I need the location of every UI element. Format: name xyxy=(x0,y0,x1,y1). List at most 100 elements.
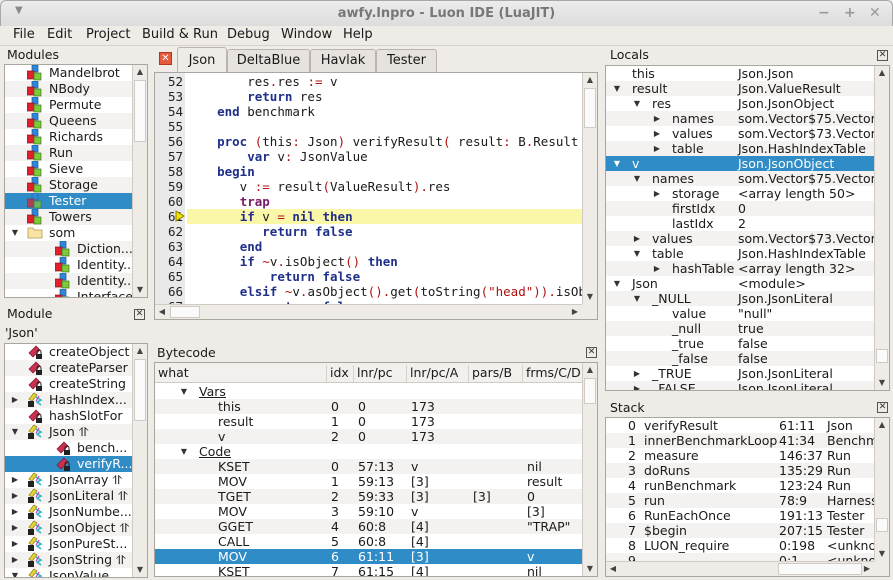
expand-arrow-icon[interactable]: ▼ xyxy=(632,291,642,306)
tab-tester[interactable]: Tester xyxy=(376,49,437,72)
list-item[interactable]: ▶ JsonNumbe... xyxy=(5,504,147,520)
scroll-down-icon[interactable]: ▼ xyxy=(875,547,889,561)
col-lnr-pc[interactable]: lnr/pc xyxy=(354,365,407,382)
list-item[interactable]: Towers xyxy=(5,208,147,225)
table-row[interactable]: CALL 5 60:8 [4] xyxy=(155,534,597,549)
list-item[interactable]: ▶ JsonArray ⥣ xyxy=(5,472,147,488)
collapse-arrow-icon[interactable]: ▶ xyxy=(652,186,662,201)
tree-row[interactable]: lastIdx 2 xyxy=(606,216,889,231)
tree-row[interactable]: ▶ _TRUE Json.JsonLiteral xyxy=(606,366,889,381)
menu-edit[interactable]: Edit xyxy=(47,27,72,42)
table-row[interactable]: v 2 0 173 xyxy=(155,429,597,444)
list-item[interactable]: Run xyxy=(5,144,147,161)
col-pars-b[interactable]: pars/B xyxy=(469,365,523,382)
list-item[interactable]: Interfaces xyxy=(5,288,147,297)
menu-window[interactable]: Window xyxy=(281,27,332,42)
scroll-thumb[interactable] xyxy=(584,88,596,128)
list-item[interactable]: ▼ Json ⥣ xyxy=(5,424,147,440)
code-line[interactable]: end xyxy=(187,239,582,254)
table-row[interactable]: MOV 3 59:10 v [3] xyxy=(155,504,597,519)
list-item[interactable]: verifyR... xyxy=(5,456,147,472)
minimize-icon[interactable]: − xyxy=(818,5,830,21)
list-item[interactable]: Identity... xyxy=(5,256,147,273)
list-item[interactable]: Permute xyxy=(5,96,147,113)
stack-frame[interactable]: 4 runBenchmark 123:24 Run xyxy=(606,478,889,493)
stack-frame[interactable]: 6 RunEachOnce 191:13 Tester xyxy=(606,508,889,523)
code-line[interactable]: v := result(ValueResult).res xyxy=(187,179,582,194)
code-line[interactable]: proc (this: Json) verifyResult( result: … xyxy=(187,134,597,149)
tree-row[interactable]: _null true xyxy=(606,321,889,336)
stack-table[interactable]: 0 verifyResult 61:11 Json 1 innerBenchmarkLoo… xyxy=(605,417,890,577)
code-line[interactable]: res.res := v xyxy=(187,74,582,89)
table-row[interactable]: ▼ Vars xyxy=(155,384,597,399)
list-item[interactable]: ▶ HashIndex... xyxy=(5,392,147,408)
list-item[interactable]: bench... xyxy=(5,440,147,456)
table-row[interactable]: this 0 0 173 xyxy=(155,399,597,414)
module-tree[interactable]: createObject createParser createString ▶ Has… xyxy=(4,343,148,578)
list-item[interactable]: Richards xyxy=(5,128,147,145)
stack-frame[interactable]: 3 doRuns 135:29 Run xyxy=(606,463,889,478)
menu-project[interactable]: Project xyxy=(86,27,130,42)
scroll-thumb[interactable] xyxy=(778,563,862,575)
collapse-arrow-icon[interactable]: ▶ xyxy=(652,126,662,141)
maximize-icon[interactable]: + xyxy=(844,5,856,21)
collapse-arrow-icon[interactable]: ▶ xyxy=(10,488,20,504)
collapse-arrow-icon[interactable]: ▶ xyxy=(652,261,662,276)
list-item[interactable]: ▶ JsonObject ⥣ xyxy=(5,520,147,536)
table-row[interactable]: MOV 6 61:11 [3] v xyxy=(155,549,597,564)
scroll-down-icon[interactable]: ▼ xyxy=(133,283,147,297)
expand-arrow-icon[interactable]: ▼ xyxy=(612,81,622,96)
scroll-down-icon[interactable]: ▼ xyxy=(583,290,597,304)
tree-row[interactable]: _false false xyxy=(606,351,889,366)
tree-row[interactable]: ▶ _FALSE Json.JsonLiteral xyxy=(606,381,889,390)
close-window-icon[interactable]: ✕ xyxy=(869,5,881,21)
table-row[interactable]: TGET 2 59:33 [3] [3] 0 xyxy=(155,489,597,504)
scroll-left-icon[interactable]: ◀ xyxy=(606,562,620,576)
list-item[interactable]: createObject xyxy=(5,344,147,360)
tree-row[interactable]: ▼ _NULL Json.JsonLiteral xyxy=(606,291,889,306)
col-frms-c-d[interactable]: frms/C/D xyxy=(523,365,585,382)
tree-row[interactable]: ▶ values som.Vector$73.Vector xyxy=(606,231,889,246)
tree-row[interactable]: ▶ hashTable <array length 32> xyxy=(606,261,889,276)
stack-hscrollbar[interactable]: ◀ ▶ xyxy=(606,561,874,576)
menu-debug[interactable]: Debug xyxy=(227,27,270,42)
tree-row[interactable]: ▼ Json <module> xyxy=(606,276,889,291)
stack-frame[interactable]: 1innerBenchmarkLoop41:34Benchmark xyxy=(606,433,889,448)
collapse-arrow-icon[interactable]: ▶ xyxy=(652,111,662,126)
code-editor[interactable]: 52 res.res := v 53 return res 54 end bench… xyxy=(154,72,598,320)
list-item[interactable]: Queens xyxy=(5,112,147,129)
scroll-right-icon[interactable]: ▶ xyxy=(860,562,874,576)
expand-arrow-icon[interactable]: ▼ xyxy=(10,225,20,241)
expand-arrow-icon[interactable]: ▼ xyxy=(179,444,189,459)
menu-help[interactable]: Help xyxy=(343,27,373,42)
tab-havlak[interactable]: Havlak xyxy=(310,49,376,72)
tree-row[interactable]: ▼ names som.Vector$75.Vector xyxy=(606,171,889,186)
expand-arrow-icon[interactable]: ▼ xyxy=(632,171,642,186)
tree-row[interactable]: ▶ values som.Vector$73.Vector xyxy=(606,126,889,141)
locals-close-icon[interactable]: ✕ xyxy=(877,50,888,61)
module-panel-close-icon[interactable]: ✕ xyxy=(134,309,145,320)
list-item[interactable]: createString xyxy=(5,376,147,392)
expand-arrow-icon[interactable]: ▼ xyxy=(612,276,622,291)
collapse-arrow-icon[interactable]: ▶ xyxy=(632,381,642,390)
tree-row[interactable]: value "null" xyxy=(606,306,889,321)
code-line[interactable]: if v = nil then xyxy=(187,209,582,224)
expand-arrow-icon[interactable]: ▼ xyxy=(632,96,642,111)
list-item[interactable]: Tester xyxy=(5,192,147,209)
scroll-up-icon[interactable]: ▲ xyxy=(133,344,147,358)
tree-row[interactable]: ▶ storage <array length 50> xyxy=(606,186,889,201)
list-item[interactable]: Storage xyxy=(5,176,147,193)
collapse-arrow-icon[interactable]: ▶ xyxy=(10,472,20,488)
expand-arrow-icon[interactable]: ▼ xyxy=(10,568,20,577)
tree-row[interactable]: ▼ table Json.HashIndexTable xyxy=(606,246,889,261)
scroll-up-icon[interactable]: ▲ xyxy=(133,65,147,79)
scroll-up-icon[interactable]: ▲ xyxy=(875,418,889,432)
scroll-thumb[interactable] xyxy=(134,80,146,142)
table-row[interactable]: MOV 1 59:13 [3] result xyxy=(155,474,597,489)
scroll-right-icon[interactable]: ▶ xyxy=(568,305,582,319)
list-item[interactable]: ▶ JsonString ⥣ xyxy=(5,552,147,568)
tree-row[interactable]: this Json.Json xyxy=(606,66,889,81)
list-item[interactable]: Sieve xyxy=(5,160,147,177)
collapse-arrow-icon[interactable]: ▶ xyxy=(10,552,20,568)
table-row[interactable]: ▼ Code xyxy=(155,444,597,459)
